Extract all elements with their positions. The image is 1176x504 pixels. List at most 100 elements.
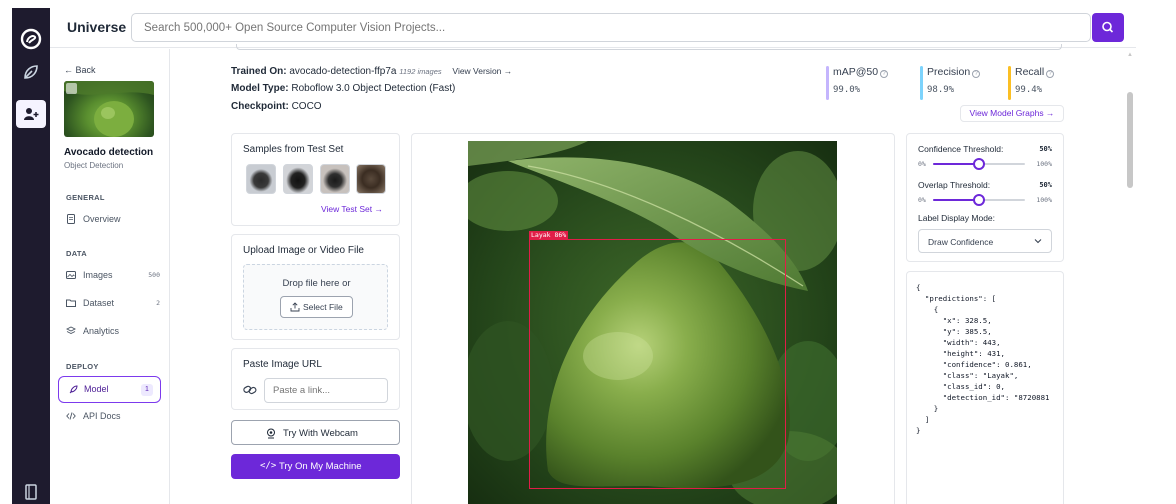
code-icon (66, 412, 76, 420)
overlap-slider[interactable] (933, 194, 1025, 206)
help-icon[interactable]: ? (972, 70, 981, 78)
label-mode-label: Label Display Mode: (918, 213, 996, 223)
view-version-link[interactable]: View Version → (452, 66, 512, 76)
metric-precision-value: 98.9% (927, 85, 955, 95)
metric-recall-label: Recall (1015, 66, 1045, 78)
sidebar-item-label: Images (83, 270, 113, 280)
sidebar-item-images[interactable]: Images 500 (66, 267, 160, 285)
project-thumbnail[interactable] (64, 81, 154, 137)
project-type: Object Detection (64, 161, 124, 170)
inference-settings: Confidence Threshold: 50% 0% 100% Overla… (906, 133, 1064, 262)
model-type-value: Roboflow 3.0 Object Detection (Fast) (291, 83, 456, 94)
try-webcam-button[interactable]: Try With Webcam (231, 420, 400, 445)
samples-title: Samples from Test Set (243, 144, 344, 155)
view-model-graphs-button[interactable]: View Model Graphs → (960, 105, 1064, 122)
metric-recall-bar (1008, 66, 1011, 100)
webcam-label: Try With Webcam (283, 428, 358, 439)
top-bar: Universe (50, 8, 1136, 48)
metric-precision-bar (920, 66, 923, 100)
paste-url-panel: Paste Image URL (231, 348, 400, 410)
sample-thumbnail[interactable] (246, 164, 276, 194)
label-mode-value: Draw Confidence (928, 237, 994, 247)
checkpoint-label: Checkpoint: (231, 101, 289, 112)
brand-title[interactable]: Universe (67, 19, 126, 35)
view-test-set-link[interactable]: View Test Set → (321, 204, 383, 214)
help-icon[interactable]: ? (880, 70, 889, 78)
metric-recall-value: 99.4% (1015, 85, 1043, 95)
search-input[interactable] (131, 13, 1091, 42)
label-mode-select[interactable]: Draw Confidence (918, 229, 1052, 253)
overlap-value: 50% (1039, 181, 1052, 189)
leaf-icon[interactable] (21, 62, 41, 82)
section-general: GENERAL (66, 193, 105, 202)
link-icon (243, 385, 257, 395)
paste-url-title: Paste Image URL (243, 359, 322, 370)
overlap-slider-handle[interactable] (973, 194, 985, 206)
project-sidebar: ← Back Avocado detection Object Detectio… (50, 49, 170, 504)
image-url-input[interactable] (264, 378, 388, 403)
slider-min: 0% (918, 196, 926, 204)
metric-map-label: mAP@50 (833, 66, 879, 78)
select-file-button[interactable]: Select File (280, 296, 353, 318)
confidence-label: Confidence Threshold: (918, 144, 1004, 154)
chevron-down-icon (1034, 239, 1042, 244)
sidebar-item-overview[interactable]: Overview (66, 211, 160, 229)
sidebar-item-label: Analytics (83, 326, 120, 336)
search-icon (1102, 21, 1114, 33)
sample-thumbnail[interactable] (283, 164, 313, 194)
detection-label: Layak 86% (529, 231, 569, 240)
samples-panel: Samples from Test Set View Test Set → (231, 133, 400, 226)
checkpoint-row: Checkpoint: COCO (231, 101, 322, 112)
roboflow-logo-icon[interactable] (20, 28, 42, 50)
confidence-value: 50% (1039, 145, 1052, 153)
code-icon: </> (260, 461, 277, 471)
metric-map-value: 99.0% (833, 85, 861, 95)
metric-map: mAP@50? 99.0% (826, 66, 889, 100)
file-dropzone[interactable]: Drop file here or Select File (243, 264, 388, 330)
model-type-row: Model Type: Roboflow 3.0 Object Detectio… (231, 83, 455, 94)
sample-thumbnail[interactable] (320, 164, 350, 194)
section-data: DATA (66, 249, 87, 258)
sample-thumbnail[interactable] (356, 164, 386, 194)
sidebar-item-dataset[interactable]: Dataset 2 (66, 295, 160, 313)
trained-on-value: avocado-detection-ffp7a (289, 66, 397, 77)
page-scrollbar[interactable] (1127, 92, 1133, 188)
sidebar-item-label: API Docs (83, 411, 121, 421)
json-output-panel: { "predictions": [ { "x": 328.5, "y": 38… (906, 271, 1064, 504)
back-label: Back (75, 65, 96, 75)
select-file-label: Select File (303, 302, 343, 312)
upload-title: Upload Image or Video File (243, 245, 364, 256)
sidebar-item-analytics[interactable]: Analytics (66, 323, 160, 341)
sidebar-item-model[interactable]: Model 1 (58, 376, 161, 403)
trained-on-row: Trained On: avocado-detection-ffp7a 1192… (231, 66, 512, 77)
help-icon[interactable]: ? (1046, 70, 1055, 78)
user-add-icon[interactable] (21, 104, 41, 124)
dataset-count: 2 (156, 299, 160, 307)
scroll-up-arrow-icon[interactable]: ▲ (1127, 52, 1133, 58)
avocado-thumbnail-image (64, 81, 154, 137)
model-type-label: Model Type: (231, 83, 289, 94)
confidence-slider[interactable] (933, 158, 1025, 170)
book-icon[interactable] (21, 482, 41, 502)
app-rail (12, 8, 50, 504)
metric-precision-label: Precision (927, 66, 971, 78)
sidebar-item-label: Dataset (83, 298, 115, 308)
search-button[interactable] (1092, 13, 1124, 42)
webcam-icon (267, 428, 275, 439)
drop-file-text: Drop file here or (282, 278, 351, 289)
folder-icon (66, 299, 76, 307)
image-count: 1192 images (399, 67, 442, 76)
json-output: { "predictions": [ { "x": 328.5, "y": 38… (916, 283, 1050, 435)
try-on-machine-button[interactable]: </> Try On My Machine (231, 454, 400, 479)
sidebar-item-api-docs[interactable]: API Docs (66, 408, 160, 426)
arrow-left-icon: ← (64, 65, 73, 75)
detection-box (529, 239, 786, 489)
slider-min: 0% (918, 160, 926, 168)
slider-max: 100% (1036, 196, 1052, 204)
sidebar-item-label: Model (84, 384, 109, 394)
back-link[interactable]: ← Back (64, 65, 96, 75)
confidence-slider-handle[interactable] (973, 158, 985, 170)
checkpoint-value: COCO (291, 101, 322, 112)
slider-max: 100% (1036, 160, 1052, 168)
metric-map-bar (826, 66, 829, 100)
